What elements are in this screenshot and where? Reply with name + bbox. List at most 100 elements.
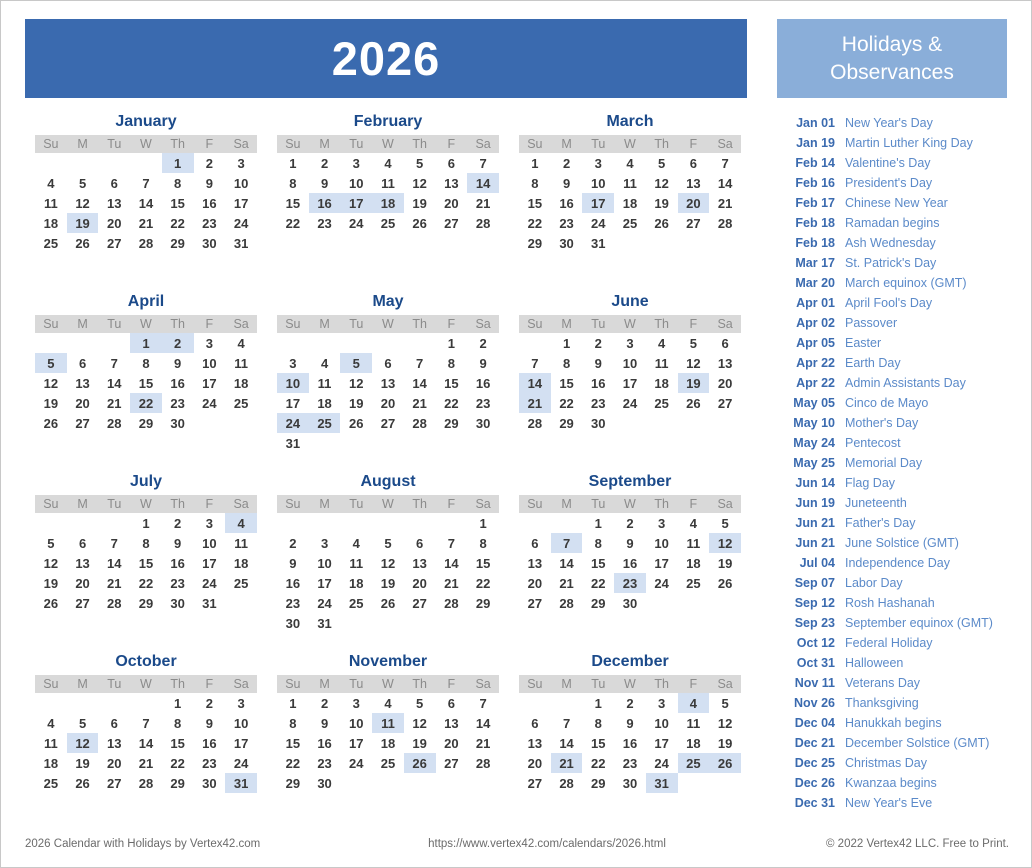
day-cell[interactable]: 27 (372, 413, 404, 433)
day-cell[interactable]: 8 (551, 353, 583, 373)
day-cell[interactable]: 5 (372, 533, 404, 553)
day-cell[interactable]: 3 (277, 353, 309, 373)
day-cell[interactable]: 6 (98, 713, 130, 733)
day-cell[interactable]: 11 (372, 173, 404, 193)
day-cell[interactable]: 28 (467, 213, 499, 233)
day-cell[interactable]: 12 (66, 733, 99, 753)
day-cell[interactable]: 17 (225, 193, 257, 213)
day-cell[interactable]: 25 (225, 393, 257, 413)
day-cell[interactable]: 2 (467, 333, 499, 353)
day-cell[interactable]: 14 (404, 373, 436, 393)
day-cell[interactable]: 17 (225, 733, 257, 753)
day-cell[interactable]: 15 (436, 373, 468, 393)
day-cell[interactable]: 13 (67, 553, 99, 573)
day-cell[interactable]: 4 (35, 713, 67, 733)
day-cell[interactable]: 20 (98, 213, 130, 233)
day-cell[interactable]: 16 (614, 553, 646, 573)
day-cell[interactable]: 1 (467, 513, 499, 533)
day-cell[interactable]: 19 (646, 193, 678, 213)
day-cell[interactable]: 20 (436, 193, 468, 213)
day-cell[interactable]: 31 (582, 233, 614, 253)
day-cell[interactable]: 23 (582, 393, 614, 413)
day-cell[interactable]: 30 (194, 233, 226, 253)
day-cell[interactable]: 16 (194, 193, 226, 213)
day-cell[interactable]: 12 (67, 193, 99, 213)
day-cell[interactable]: 3 (340, 693, 372, 713)
day-cell[interactable]: 21 (130, 213, 162, 233)
day-cell[interactable]: 1 (162, 693, 194, 713)
day-cell[interactable]: 18 (309, 393, 341, 413)
day-cell[interactable]: 10 (194, 533, 226, 553)
day-cell[interactable]: 4 (225, 513, 257, 533)
day-cell[interactable]: 19 (404, 193, 436, 213)
day-cell[interactable]: 22 (130, 573, 162, 593)
day-cell[interactable]: 6 (519, 533, 551, 553)
day-cell[interactable]: 20 (372, 393, 404, 413)
day-cell[interactable]: 8 (130, 353, 162, 373)
day-cell[interactable]: 18 (340, 573, 372, 593)
day-cell[interactable]: 2 (309, 153, 341, 173)
day-cell[interactable]: 29 (436, 413, 468, 433)
day-cell[interactable]: 28 (98, 413, 130, 433)
day-cell[interactable]: 24 (614, 393, 646, 413)
day-cell[interactable]: 8 (519, 173, 551, 193)
day-cell[interactable]: 5 (404, 153, 436, 173)
day-cell[interactable]: 21 (551, 573, 583, 593)
day-cell[interactable]: 12 (340, 373, 372, 393)
day-cell[interactable]: 14 (551, 553, 583, 573)
day-cell[interactable]: 8 (277, 713, 309, 733)
day-cell[interactable]: 1 (436, 333, 468, 353)
day-cell[interactable]: 29 (162, 233, 194, 253)
day-cell[interactable]: 12 (404, 713, 436, 733)
day-cell[interactable]: 29 (467, 593, 499, 613)
day-cell[interactable]: 2 (614, 693, 646, 713)
day-cell[interactable]: 2 (162, 513, 194, 533)
day-cell[interactable]: 23 (162, 573, 194, 593)
day-cell[interactable]: 27 (436, 213, 468, 233)
day-cell[interactable]: 26 (372, 593, 404, 613)
day-cell[interactable]: 7 (551, 713, 583, 733)
day-cell[interactable]: 20 (677, 193, 710, 213)
day-cell[interactable]: 14 (130, 733, 162, 753)
day-cell[interactable]: 25 (308, 413, 341, 433)
day-cell[interactable]: 19 (372, 573, 404, 593)
day-cell[interactable]: 13 (709, 353, 741, 373)
day-cell[interactable]: 15 (162, 193, 194, 213)
day-cell[interactable]: 11 (340, 553, 372, 573)
day-cell[interactable]: 28 (130, 233, 162, 253)
day-cell[interactable]: 12 (35, 553, 67, 573)
day-cell[interactable]: 30 (551, 233, 583, 253)
day-cell[interactable]: 24 (194, 393, 226, 413)
day-cell[interactable]: 14 (436, 553, 468, 573)
day-cell[interactable]: 22 (277, 753, 309, 773)
day-cell[interactable]: 25 (614, 213, 646, 233)
day-cell[interactable]: 19 (709, 733, 741, 753)
day-cell[interactable]: 5 (404, 693, 436, 713)
day-cell[interactable]: 12 (678, 353, 710, 373)
day-cell[interactable]: 13 (436, 713, 468, 733)
day-cell[interactable]: 7 (519, 353, 551, 373)
day-cell[interactable]: 27 (98, 233, 130, 253)
day-cell[interactable]: 4 (646, 333, 678, 353)
day-cell[interactable]: 27 (67, 593, 99, 613)
day-cell[interactable]: 9 (614, 713, 646, 733)
day-cell[interactable]: 2 (194, 153, 226, 173)
day-cell[interactable]: 5 (67, 713, 99, 733)
day-cell[interactable]: 29 (519, 233, 551, 253)
day-cell[interactable]: 9 (467, 353, 499, 373)
day-cell[interactable]: 23 (162, 393, 194, 413)
day-cell[interactable]: 29 (582, 593, 614, 613)
day-cell[interactable]: 10 (194, 353, 226, 373)
day-cell[interactable]: 19 (404, 733, 436, 753)
day-cell[interactable]: 6 (519, 713, 551, 733)
day-cell[interactable]: 21 (709, 193, 741, 213)
day-cell[interactable]: 22 (582, 573, 614, 593)
day-cell[interactable]: 1 (551, 333, 583, 353)
day-cell[interactable]: 23 (309, 753, 341, 773)
day-cell[interactable]: 23 (467, 393, 499, 413)
day-cell[interactable]: 27 (67, 413, 99, 433)
day-cell[interactable]: 17 (340, 733, 372, 753)
day-cell[interactable]: 6 (436, 693, 468, 713)
day-cell[interactable]: 26 (35, 413, 67, 433)
day-cell[interactable]: 13 (678, 173, 710, 193)
